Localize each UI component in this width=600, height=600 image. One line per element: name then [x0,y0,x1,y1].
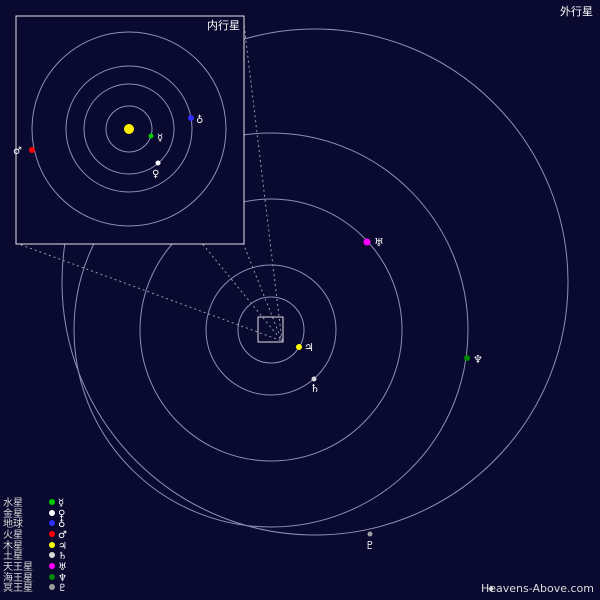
jupiter-marker [296,344,302,350]
earth-symbol-label: ♁ [196,114,203,126]
outer-planets-title: 外行星 [560,5,593,18]
legend-dot [49,574,55,580]
legend-dot [49,520,55,526]
legend-label: 地球 [3,517,23,530]
pluto-symbol-label: ♇ [365,539,375,552]
earth-marker [188,115,194,121]
legend-symbol: ☿ [58,498,64,509]
legend-symbol: ♄ [58,551,67,562]
legend-symbol: ♂ [58,530,67,541]
legend-dot [49,542,55,548]
mars-symbol-label: ♂ [13,146,22,157]
inner-planets-inset: ☿ ♀ ♁ ♂ 内行星 [13,15,245,245]
venus-symbol-label: ♀ [152,169,159,180]
watermark: ♦ Heavens-Above.com [481,582,594,595]
venus-marker [155,160,161,166]
legend-dot [49,510,55,516]
legend-symbol: ♁ [58,518,65,530]
legend-dot [49,552,55,558]
legend-dot [49,584,55,590]
uranus-marker [363,238,371,246]
solar-system-chart: ♃ ♄ ♅ ♆ ♇ 外行星 ☿ ♀ ♁ ♂ 内行星 水星 ☿ 金星 ♀ 地球 ♁… [0,0,600,600]
neptune-marker [464,355,470,361]
watermark-text: Heavens-Above.com [481,582,594,595]
solar-system-view: ♃ ♄ ♅ ♆ ♇ 外行星 ☿ ♀ ♁ ♂ 内行星 水星 ☿ 金星 ♀ 地球 ♁… [0,0,600,600]
uranus-symbol-label: ♅ [374,236,384,249]
sun-marker [124,124,134,134]
jupiter-symbol-label: ♃ [304,341,314,354]
saturn-symbol-label: ♄ [310,382,320,395]
legend-label: 土星 [3,549,23,562]
legend-dot [49,531,55,537]
legend-label: 天王星 [3,561,33,573]
legend-label: 冥王星 [3,582,33,594]
legend-label: 水星 [3,497,23,509]
pluto-marker [367,531,373,537]
inner-planets-title: 内行星 [207,18,240,32]
neptune-symbol-label: ♆ [473,353,483,366]
mercury-symbol-label: ☿ [157,133,163,144]
mercury-marker [148,133,154,139]
mars-marker [29,147,35,153]
legend-symbol: ♅ [58,562,67,573]
legend-symbol: ♇ [58,583,67,594]
legend-label: 火星 [3,529,23,541]
saturn-marker [311,376,317,382]
legend-dot [49,563,55,569]
legend-dot [49,499,55,505]
